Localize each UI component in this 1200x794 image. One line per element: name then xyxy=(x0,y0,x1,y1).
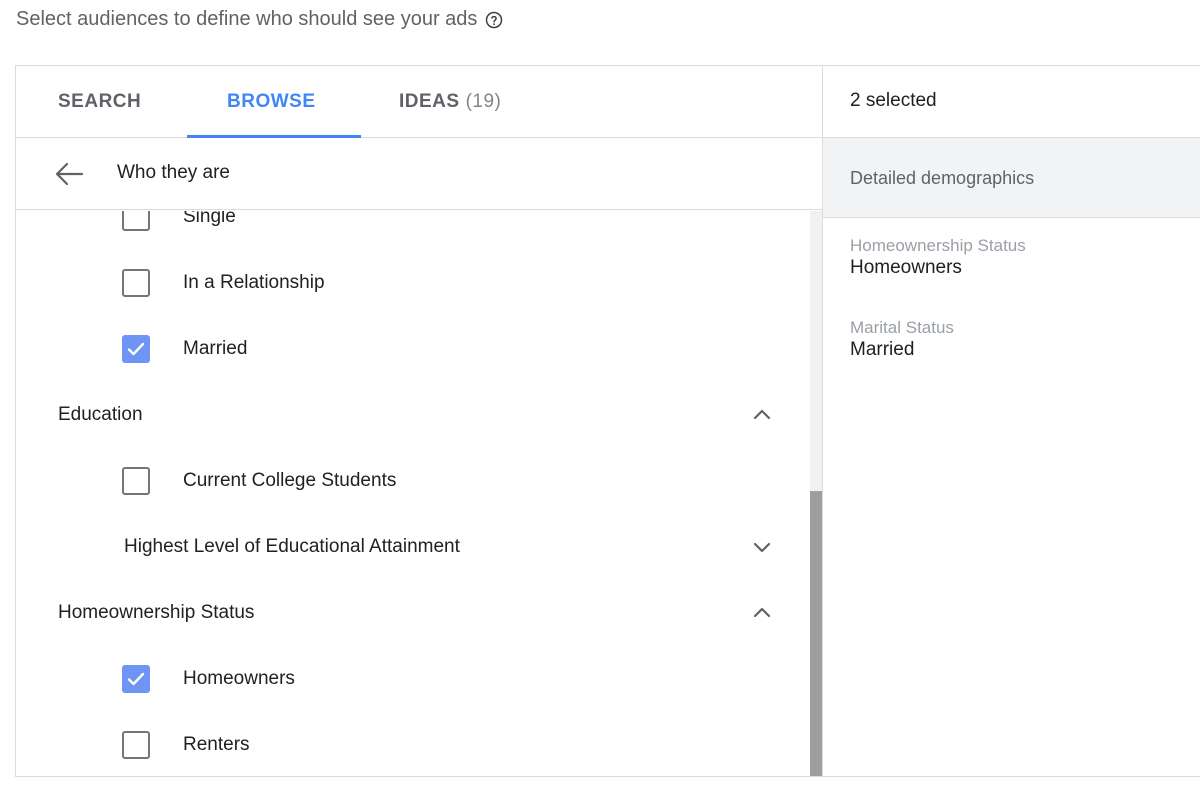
checkbox-in-relationship[interactable] xyxy=(122,269,150,297)
page-prompt: Select audiences to define who should se… xyxy=(16,8,503,31)
group-label: Education xyxy=(58,404,143,425)
list-item-label: Homeowners xyxy=(183,668,295,689)
tab-ideas-label: IDEAS xyxy=(399,91,460,112)
checkbox-renters[interactable] xyxy=(122,731,150,759)
breadcrumb: Who they are xyxy=(16,138,822,210)
breadcrumb-label: Who they are xyxy=(117,162,230,183)
check-icon xyxy=(127,672,145,686)
selected-item-marital[interactable]: Marital Status Married xyxy=(850,318,954,361)
category-list: Single In a Relationship Married Educati… xyxy=(16,211,810,776)
list-scrollbar[interactable] xyxy=(810,211,822,776)
selected-item-value: Homeowners xyxy=(850,257,962,278)
list-item-renters[interactable]: Renters xyxy=(16,712,810,776)
tab-search-label: SEARCH xyxy=(58,91,142,112)
tab-browse-label: BROWSE xyxy=(227,91,316,112)
browse-pane: SEARCH BROWSE IDEAS (19) Who they are Si… xyxy=(16,66,822,776)
subgroup-label: Highest Level of Educational Attainment xyxy=(124,536,460,557)
subgroup-highest-education[interactable]: Highest Level of Educational Attainment xyxy=(16,514,810,580)
checkbox-single[interactable] xyxy=(122,211,150,231)
chevron-down-icon[interactable] xyxy=(749,534,775,560)
checkbox-homeowners[interactable] xyxy=(122,665,150,693)
list-item-in-relationship[interactable]: In a Relationship xyxy=(16,250,810,316)
list-item-label: In a Relationship xyxy=(183,272,325,293)
section-title: Detailed demographics xyxy=(850,168,1035,188)
prompt-text: Select audiences to define who should se… xyxy=(16,8,478,30)
chevron-up-icon[interactable] xyxy=(749,600,775,626)
checkbox-college-students[interactable] xyxy=(122,467,150,495)
selected-item-category: Homeownership Status xyxy=(850,236,1026,255)
group-label: Homeownership Status xyxy=(58,602,255,623)
group-header-education[interactable]: Education xyxy=(16,382,810,448)
selection-section-header: Detailed demographics xyxy=(823,138,1200,218)
tab-browse[interactable]: BROWSE xyxy=(227,66,316,138)
selection-pane: 2 selected Detailed demographics Homeown… xyxy=(822,66,1200,776)
list-item-homeowners[interactable]: Homeowners xyxy=(16,646,810,712)
checkbox-married[interactable] xyxy=(122,335,150,363)
tab-search[interactable]: SEARCH xyxy=(58,66,141,138)
tab-ideas[interactable]: IDEAS (19) xyxy=(399,66,501,138)
group-header-homeownership[interactable]: Homeownership Status xyxy=(16,580,810,646)
arrow-back-icon[interactable] xyxy=(54,160,84,188)
tab-ideas-count: (19) xyxy=(465,91,502,112)
tab-bar: SEARCH BROWSE IDEAS (19) xyxy=(16,66,822,138)
audience-panel: SEARCH BROWSE IDEAS (19) Who they are Si… xyxy=(15,65,1200,777)
selected-count: 2 selected xyxy=(850,90,937,111)
list-item-college-students[interactable]: Current College Students xyxy=(16,448,810,514)
selected-item-homeownership[interactable]: Homeownership Status Homeowners xyxy=(850,236,1026,279)
list-item-single[interactable]: Single xyxy=(16,211,810,250)
selected-item-category: Marital Status xyxy=(850,318,954,337)
scrollbar-thumb[interactable] xyxy=(810,491,822,776)
chevron-up-icon[interactable] xyxy=(749,402,775,428)
list-item-label: Renters xyxy=(183,734,250,755)
list-item-label: Current College Students xyxy=(183,470,397,491)
help-circle-icon[interactable] xyxy=(485,11,503,29)
list-item-married[interactable]: Married xyxy=(16,316,810,382)
list-item-label: Married xyxy=(183,338,248,359)
check-icon xyxy=(127,342,145,356)
list-item-label: Single xyxy=(183,211,236,227)
selected-item-value: Married xyxy=(850,339,915,360)
